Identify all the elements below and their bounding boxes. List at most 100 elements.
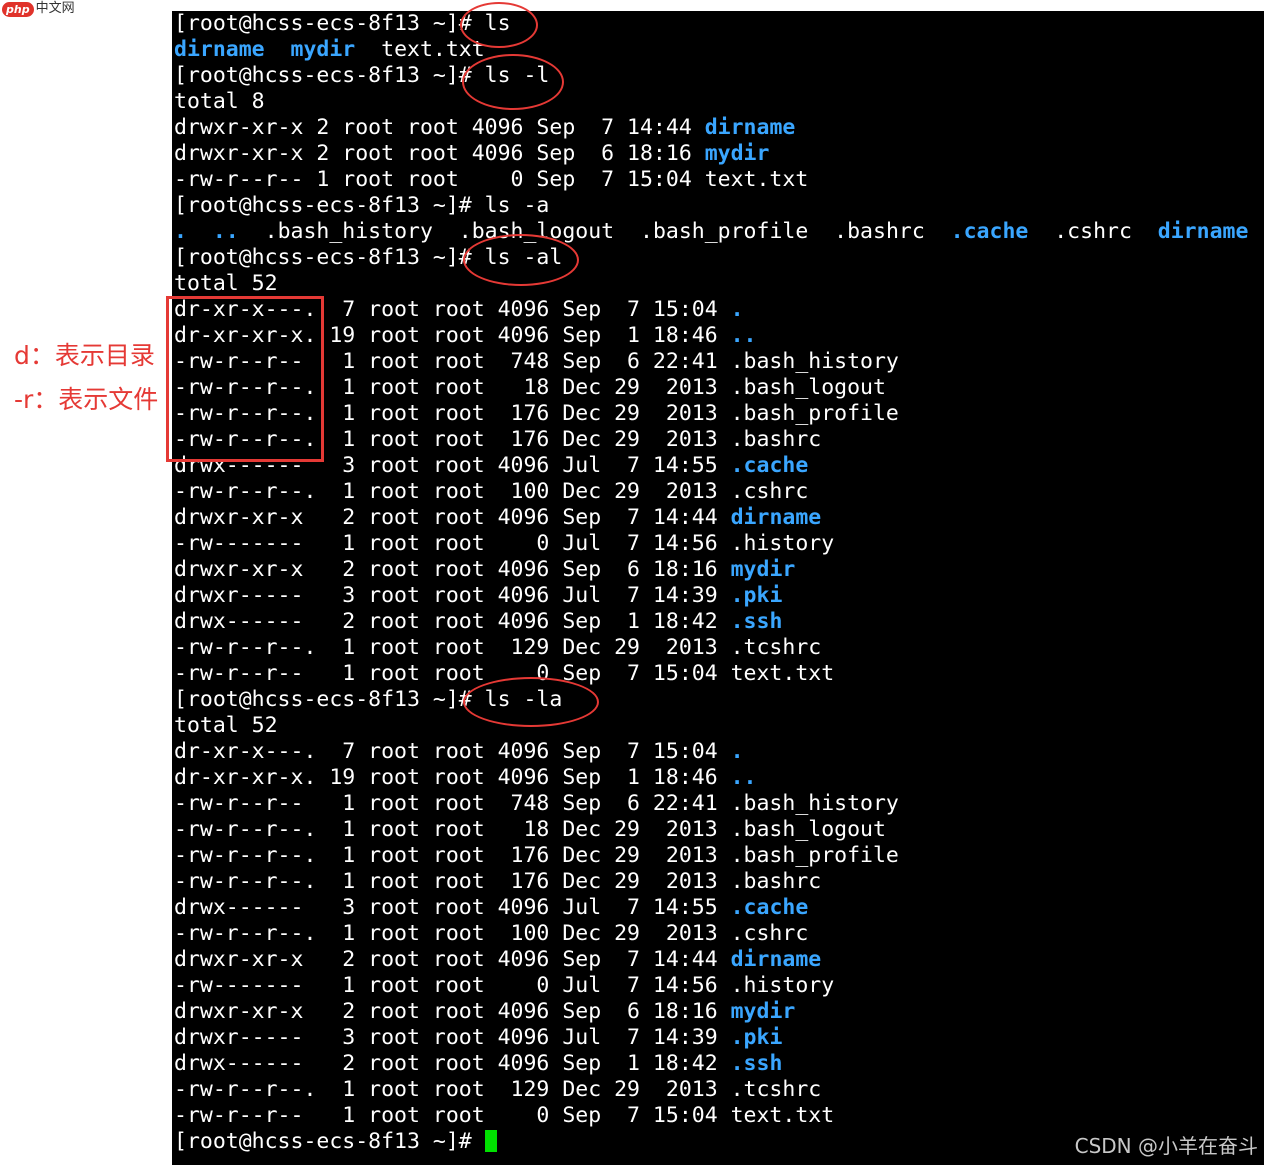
terminal-line: . .. .bash_history .bash_logout .bash_pr… xyxy=(174,219,1248,245)
directory-name: dirname xyxy=(704,115,796,140)
site-logo: php 中文网 xyxy=(2,0,75,18)
terminal-line: drwx------ 3 root root 4096 Jul 7 14:55 … xyxy=(174,895,808,921)
directory-name: mydir xyxy=(290,37,356,62)
directory-name: dirname xyxy=(730,947,822,972)
directory-name: mydir xyxy=(704,141,770,166)
terminal-text: -rw-r--r--. 1 root root 100 Dec 29 2013 … xyxy=(174,921,809,946)
terminal-window[interactable]: [root@hcss-ecs-8f13 ~]# ls dirname mydir … xyxy=(172,11,1264,1165)
terminal-line: drwxr----- 3 root root 4096 Jul 7 14:39 … xyxy=(174,1025,782,1051)
terminal-text: drwxr-xr-x 2 root root 4096 Sep 6 18:16 xyxy=(174,557,731,582)
terminal-line: -rw-r--r--. 1 root root 176 Dec 29 2013 … xyxy=(174,869,821,895)
directory-name: .cache xyxy=(730,453,809,478)
terminal-text: [root@hcss-ecs-8f13 ~]# ls -a xyxy=(174,193,550,218)
terminal-text: text.txt xyxy=(355,37,485,62)
directory-name: mydir xyxy=(730,999,796,1024)
directory-name: .pki xyxy=(730,1025,783,1050)
directory-name: .ssh xyxy=(730,609,783,634)
terminal-line: -rw-r--r-- 1 root root 0 Sep 7 15:04 tex… xyxy=(174,1103,834,1129)
terminal-text: drwx------ 3 root root 4096 Jul 7 14:55 xyxy=(174,895,731,920)
terminal-line: -rw-r--r--. 1 root root 129 Dec 29 2013 … xyxy=(174,635,821,661)
terminal-text: dr-xr-x---. 7 root root 4096 Sep 7 15:04 xyxy=(174,739,731,764)
directory-name: dirname xyxy=(174,37,265,62)
terminal-text: [root@hcss-ecs-8f13 ~]# xyxy=(174,1129,485,1154)
terminal-line: total 52 xyxy=(174,713,278,739)
terminal-line: drwxr-xr-x 2 root root 4096 Sep 6 18:16 … xyxy=(174,141,769,167)
terminal-line: dirname mydir text.txt xyxy=(174,37,485,63)
terminal-line: -rw-r--r--. 1 root root 129 Dec 29 2013 … xyxy=(174,1077,821,1103)
directory-name: .. xyxy=(730,765,757,790)
terminal-text: .cshrc xyxy=(1028,219,1158,244)
highlight-circle-ls-la xyxy=(463,677,599,727)
directory-name: mydir xyxy=(730,557,796,582)
terminal-text: -rw-r--r-- 1 root root 748 Sep 6 22:41 .… xyxy=(174,791,899,816)
terminal-line: drwxr----- 3 root root 4096 Jul 7 14:39 … xyxy=(174,583,782,609)
terminal-text: -rw------- 1 root root 0 Jul 7 14:56 .hi… xyxy=(174,531,835,556)
terminal-line: -rw------- 1 root root 0 Jul 7 14:56 .hi… xyxy=(174,973,834,999)
terminal-text: total 52 xyxy=(174,271,278,296)
terminal-line: drwx------ 2 root root 4096 Sep 1 18:42 … xyxy=(174,1051,782,1077)
terminal-text: .bash_history .bash_logout .bash_profile… xyxy=(238,219,951,244)
directory-name: dirname xyxy=(730,505,822,530)
terminal-line: -rw-r--r--. 1 root root 100 Dec 29 2013 … xyxy=(174,479,808,505)
watermark: CSDN @小羊在奋斗 xyxy=(1074,1134,1258,1158)
terminal-line: drwxr-xr-x 2 root root 4096 Sep 7 14:44 … xyxy=(174,947,821,973)
annotation-file-label: -r：表示文件 xyxy=(14,385,159,414)
terminal-line: dr-xr-x---. 7 root root 4096 Sep 7 15:04… xyxy=(174,739,744,765)
directory-name: . xyxy=(730,297,744,322)
highlight-circle-ls xyxy=(460,2,538,48)
terminal-line: drwxr-xr-x 2 root root 4096 Sep 7 14:44 … xyxy=(174,115,795,141)
directory-name: . xyxy=(174,219,187,244)
terminal-text: -rw-r--r--. 1 root root 176 Dec 29 2013 … xyxy=(174,869,822,894)
terminal-text: -rw-r--r--. 1 root root 129 Dec 29 2013 … xyxy=(174,1077,822,1102)
directory-name: .ssh xyxy=(730,1051,783,1076)
terminal-line: -rw-r--r--. 1 root root 18 Dec 29 2013 .… xyxy=(174,817,886,843)
annotation-directory-label: d：表示目录 xyxy=(14,341,155,370)
terminal-text: drwxr-xr-x 2 root root 4096 Sep 6 18:16 xyxy=(174,999,731,1024)
terminal-text: total 52 xyxy=(174,713,278,738)
terminal-line: [root@hcss-ecs-8f13 ~]# xyxy=(174,1129,497,1155)
terminal-text: drwxr----- 3 root root 4096 Jul 7 14:39 xyxy=(174,1025,731,1050)
directory-name: .pki xyxy=(730,583,783,608)
terminal-line: total 52 xyxy=(174,271,278,297)
terminal-line: drwxr-xr-x 2 root root 4096 Sep 7 14:44 … xyxy=(174,505,821,531)
terminal-text: drwx------ 2 root root 4096 Sep 1 18:42 xyxy=(174,1051,731,1076)
terminal-text: total 8 xyxy=(174,89,265,114)
terminal-line: drwxr-xr-x 2 root root 4096 Sep 6 18:16 … xyxy=(174,999,795,1025)
terminal-text: drwx------ 2 root root 4096 Sep 1 18:42 xyxy=(174,609,731,634)
directory-name: dirname xyxy=(1157,219,1249,244)
terminal-text: -rw------- 1 root root 0 Jul 7 14:56 .hi… xyxy=(174,973,835,998)
terminal-text: dr-xr-xr-x. 19 root root 4096 Sep 1 18:4… xyxy=(174,765,731,790)
directory-name: . xyxy=(730,739,744,764)
terminal-line: drwxr-xr-x 2 root root 4096 Sep 6 18:16 … xyxy=(174,557,795,583)
highlight-circle-ls-l xyxy=(462,54,564,110)
directory-name: .. xyxy=(212,219,239,244)
terminal-text: drwxr----- 3 root root 4096 Jul 7 14:39 xyxy=(174,583,731,608)
terminal-line: -rw------- 1 root root 0 Jul 7 14:56 .hi… xyxy=(174,531,834,557)
terminal-line: dr-xr-xr-x. 19 root root 4096 Sep 1 18:4… xyxy=(174,765,757,791)
terminal-text: -rw-r--r--. 1 root root 176 Dec 29 2013 … xyxy=(174,843,899,868)
terminal-text: -rw-r--r-- 1 root root 0 Sep 7 15:04 tex… xyxy=(174,167,809,192)
directory-name: .. xyxy=(730,323,757,348)
terminal-line: -rw-r--r--. 1 root root 176 Dec 29 2013 … xyxy=(174,843,899,869)
annotation-box xyxy=(166,296,324,462)
terminal-line: drwx------ 2 root root 4096 Sep 1 18:42 … xyxy=(174,609,782,635)
terminal-text: -rw-r--r--. 1 root root 129 Dec 29 2013 … xyxy=(174,635,822,660)
terminal-text: -rw-r--r-- 1 root root 0 Sep 7 15:04 tex… xyxy=(174,1103,835,1128)
terminal-line: -rw-r--r--. 1 root root 100 Dec 29 2013 … xyxy=(174,921,808,947)
terminal-cursor xyxy=(484,1130,497,1152)
terminal-line: [root@hcss-ecs-8f13 ~]# ls -a xyxy=(174,193,549,219)
terminal-text: drwxr-xr-x 2 root root 4096 Sep 6 18:16 xyxy=(174,141,705,166)
terminal-line: total 8 xyxy=(174,89,265,115)
terminal-text: drwxr-xr-x 2 root root 4096 Sep 7 14:44 xyxy=(174,947,731,972)
terminal-line: -rw-r--r-- 1 root root 0 Sep 7 15:04 tex… xyxy=(174,167,808,193)
highlight-circle-ls-al xyxy=(463,234,579,286)
logo-badge: php xyxy=(2,1,34,17)
terminal-text: drwxr-xr-x 2 root root 4096 Sep 7 14:44 xyxy=(174,115,705,140)
terminal-text: -rw-r--r--. 1 root root 100 Dec 29 2013 … xyxy=(174,479,809,504)
directory-name: .cache xyxy=(730,895,809,920)
directory-name: .cache xyxy=(950,219,1029,244)
logo-text: 中文网 xyxy=(35,1,75,16)
terminal-text: drwxr-xr-x 2 root root 4096 Sep 7 14:44 xyxy=(174,505,731,530)
